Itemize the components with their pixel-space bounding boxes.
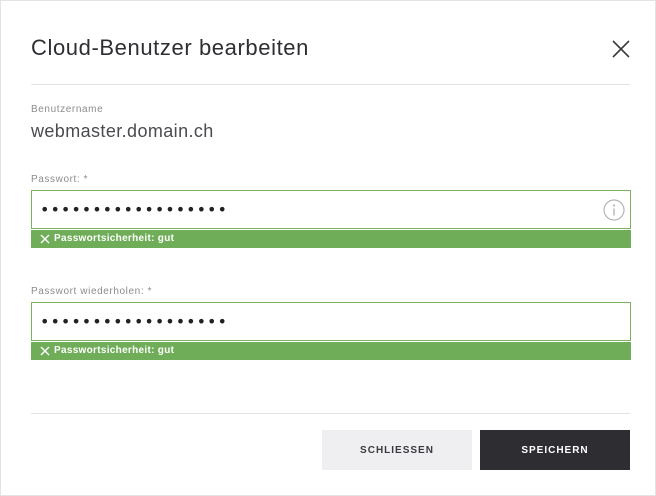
password-label: Passwort: * — [31, 174, 89, 185]
password-repeat-strength-text: Passwortsicherheit: gut — [54, 345, 175, 356]
password-repeat-input[interactable] — [32, 303, 600, 340]
password-repeat-field — [31, 302, 631, 341]
password-input[interactable] — [32, 191, 600, 228]
edit-cloud-user-dialog: Cloud-Benutzer bearbeiten Benutzername w… — [0, 0, 656, 496]
password-strength-bar: Passwortsicherheit: gut — [31, 230, 631, 248]
password-repeat-strength-bar: Passwortsicherheit: gut — [31, 342, 631, 360]
info-icon[interactable] — [603, 199, 625, 221]
username-value: webmaster.domain.ch — [31, 121, 214, 141]
close-dialog-button[interactable]: SCHLIESSEN — [322, 430, 472, 470]
header-divider — [31, 84, 630, 85]
save-button[interactable]: SPEICHERN — [480, 430, 630, 470]
password-field — [31, 190, 631, 229]
x-icon — [40, 234, 50, 244]
close-icon — [612, 40, 630, 58]
password-strength-text: Passwortsicherheit: gut — [54, 233, 175, 244]
dialog-title: Cloud-Benutzer bearbeiten — [31, 35, 309, 60]
username-label: Benutzername — [31, 104, 104, 115]
close-button[interactable] — [609, 37, 633, 61]
password-repeat-label: Passwort wiederholen: * — [31, 286, 153, 297]
x-icon — [40, 346, 50, 356]
footer-divider — [31, 413, 630, 414]
